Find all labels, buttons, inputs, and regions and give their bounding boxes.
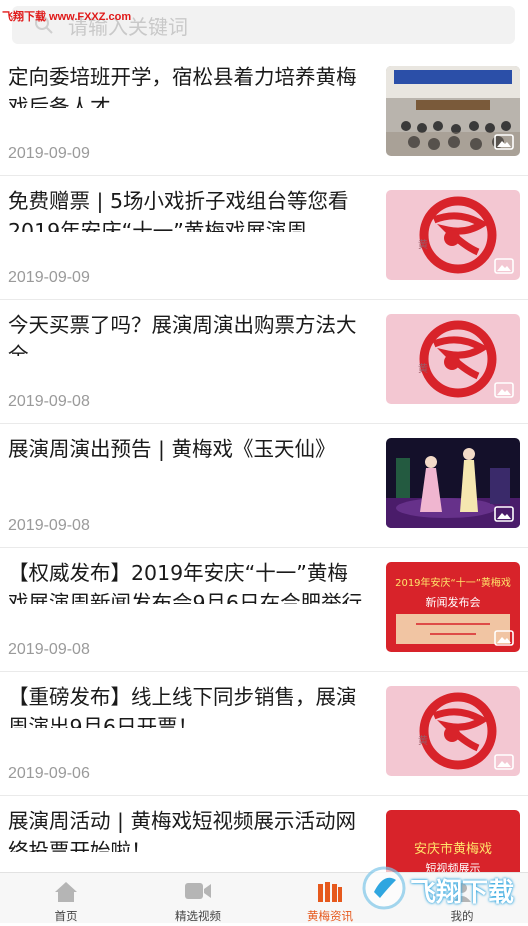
news-thumbnail-logo: 黄	[386, 686, 520, 776]
news-date: 2019-09-08	[8, 641, 90, 658]
image-icon	[494, 754, 514, 770]
news-item[interactable]: 今天买票了吗？展演周演出购票方法大全 2019-09-08 黄	[0, 300, 528, 424]
news-title: 【权威发布】2019年安庆“十一”黄梅戏展演周新闻发布会9月6日在合肥举行	[8, 561, 363, 604]
svg-text:黄: 黄	[418, 734, 428, 747]
news-title: 展演周活动 | 黄梅戏短视频展示活动网络投票开始啦！	[8, 809, 356, 852]
video-icon	[185, 883, 211, 899]
news-icon	[318, 882, 342, 902]
image-icon	[494, 258, 514, 274]
image-icon	[494, 630, 514, 646]
news-title: 今天买票了吗？展演周演出购票方法大全	[8, 313, 357, 356]
news-thumbnail-logo: 黄	[386, 190, 520, 280]
tab-videos[interactable]: 精选视频	[132, 873, 264, 923]
svg-text:黄: 黄	[418, 238, 428, 251]
news-item[interactable]: 【权威发布】2019年安庆“十一”黄梅戏展演周新闻发布会9月6日在合肥举行 20…	[0, 548, 528, 672]
image-icon	[494, 134, 514, 150]
tab-home[interactable]: 首页	[0, 873, 132, 923]
news-thumbnail-press: 2019年安庆“十一”黄梅戏 新闻发布会	[386, 562, 520, 652]
news-title: 免费赠票 | 5场小戏折子戏组台等您看 2019年安庆“十一”黄梅戏展演周	[8, 189, 349, 232]
svg-text:黄: 黄	[418, 362, 428, 375]
news-item[interactable]: 定向委培班开学，宿松县着力培养黄梅戏后备人才 2019-09-09	[0, 52, 528, 176]
watermark-text: 飞翔下载 www.FXXZ.com	[2, 11, 132, 23]
news-title: 展演周演出预告 | 黄梅戏《玉天仙》	[8, 437, 336, 461]
image-icon	[494, 506, 514, 522]
red-thumb-line1: 安庆市黄梅戏	[413, 842, 492, 857]
news-thumbnail-logo: 黄	[386, 314, 520, 404]
news-thumbnail-stage	[386, 438, 520, 528]
news-date: 2019-09-09	[8, 269, 90, 286]
search-bar: 请输入关键词 飞翔下载 www.FXXZ.com	[0, 0, 528, 52]
watermark-logo: 飞翔下载	[358, 858, 528, 922]
news-date: 2019-09-08	[8, 393, 90, 410]
image-icon	[494, 382, 514, 398]
news-date: 2019-09-09	[8, 145, 90, 162]
home-icon	[55, 882, 77, 902]
news-date: 2019-09-06	[8, 765, 90, 782]
news-item[interactable]: 免费赠票 | 5场小戏折子戏组台等您看 2019年安庆“十一”黄梅戏展演周 20…	[0, 176, 528, 300]
news-title: 【重磅发布】线上线下同步销售，展演周演出9月6日开票！	[8, 685, 357, 728]
news-item[interactable]: 展演周演出预告 | 黄梅戏《玉天仙》 2019-09-08	[0, 424, 528, 548]
news-date: 2019-09-08	[8, 517, 90, 534]
news-item[interactable]: 【重磅发布】线上线下同步销售，展演周演出9月6日开票！ 2019-09-06 黄	[0, 672, 528, 796]
news-list: 定向委培班开学，宿松县着力培养黄梅戏后备人才 2019-09-09 免费赠票 |…	[0, 52, 528, 920]
news-title: 定向委培班开学，宿松县着力培养黄梅戏后备人才	[8, 65, 357, 108]
news-thumbnail-meeting	[386, 66, 520, 156]
watermark-logo-text: 飞翔下载	[410, 878, 515, 908]
